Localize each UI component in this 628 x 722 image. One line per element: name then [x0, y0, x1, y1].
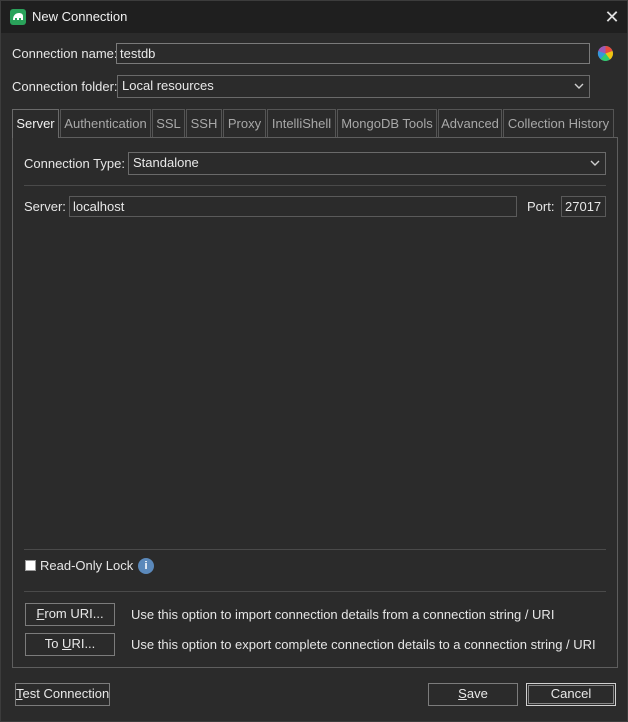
to-uri-label-pre: To	[44, 636, 63, 651]
from-uri-button[interactable]: From URI...	[25, 603, 115, 626]
save-button[interactable]: Save	[428, 683, 518, 706]
tab-intellishell[interactable]: IntelliShell	[267, 109, 336, 137]
new-connection-dialog: New Connection ✕ Connection name: testdb…	[0, 0, 628, 722]
connection-folder-value: Local resources	[122, 78, 214, 93]
tab-ssl[interactable]: SSL	[152, 109, 185, 137]
tab-proxy[interactable]: Proxy	[223, 109, 266, 137]
to-uri-button[interactable]: To URI...	[25, 633, 115, 656]
chevron-down-icon	[590, 160, 600, 166]
connection-type-select[interactable]: Standalone	[128, 152, 606, 175]
connection-folder-select[interactable]: Local resources	[117, 75, 590, 98]
test-connection-button[interactable]: Test Connection	[15, 683, 110, 706]
tab-mongodb-tools[interactable]: MongoDB Tools	[337, 109, 437, 137]
port-label: Port:	[527, 199, 555, 214]
from-uri-description: Use this option to import connection det…	[131, 607, 555, 622]
connection-folder-label: Connection folder:	[12, 79, 118, 94]
server-input[interactable]: localhost	[69, 196, 517, 217]
divider	[24, 591, 606, 592]
cancel-button[interactable]: Cancel	[526, 683, 616, 706]
window-title: New Connection	[32, 9, 128, 24]
test-connection-label: est Connection	[22, 686, 110, 701]
tab-authentication[interactable]: Authentication	[60, 109, 151, 137]
from-uri-label-post: rom URI...	[44, 606, 104, 621]
info-icon[interactable]: i	[138, 558, 154, 574]
divider	[24, 549, 606, 550]
port-input[interactable]: 27017	[561, 196, 606, 217]
server-label: Server:	[24, 199, 66, 214]
divider	[24, 185, 606, 186]
tab-collection-history[interactable]: Collection History	[503, 109, 614, 137]
connection-type-label: Connection Type:	[24, 156, 125, 171]
connection-name-label: Connection name:	[12, 46, 118, 61]
title-bar[interactable]: New Connection ✕	[1, 1, 627, 33]
connection-type-value: Standalone	[133, 155, 199, 170]
chevron-down-icon	[574, 83, 584, 89]
tab-advanced[interactable]: Advanced	[438, 109, 502, 137]
save-accelerator: S	[458, 686, 467, 701]
tab-ssh[interactable]: SSH	[186, 109, 222, 137]
connection-name-input[interactable]: testdb	[116, 43, 590, 64]
app-icon	[10, 9, 26, 25]
color-wheel-icon[interactable]	[597, 45, 614, 62]
close-icon[interactable]: ✕	[599, 5, 625, 29]
save-label: ave	[466, 686, 488, 701]
read-only-lock-label[interactable]: Read-Only Lock	[40, 558, 133, 573]
tab-server[interactable]: Server	[12, 109, 59, 138]
to-uri-description: Use this option to export complete conne…	[131, 637, 596, 652]
read-only-lock-checkbox[interactable]	[25, 560, 36, 571]
to-uri-label-post: RI...	[71, 636, 96, 651]
